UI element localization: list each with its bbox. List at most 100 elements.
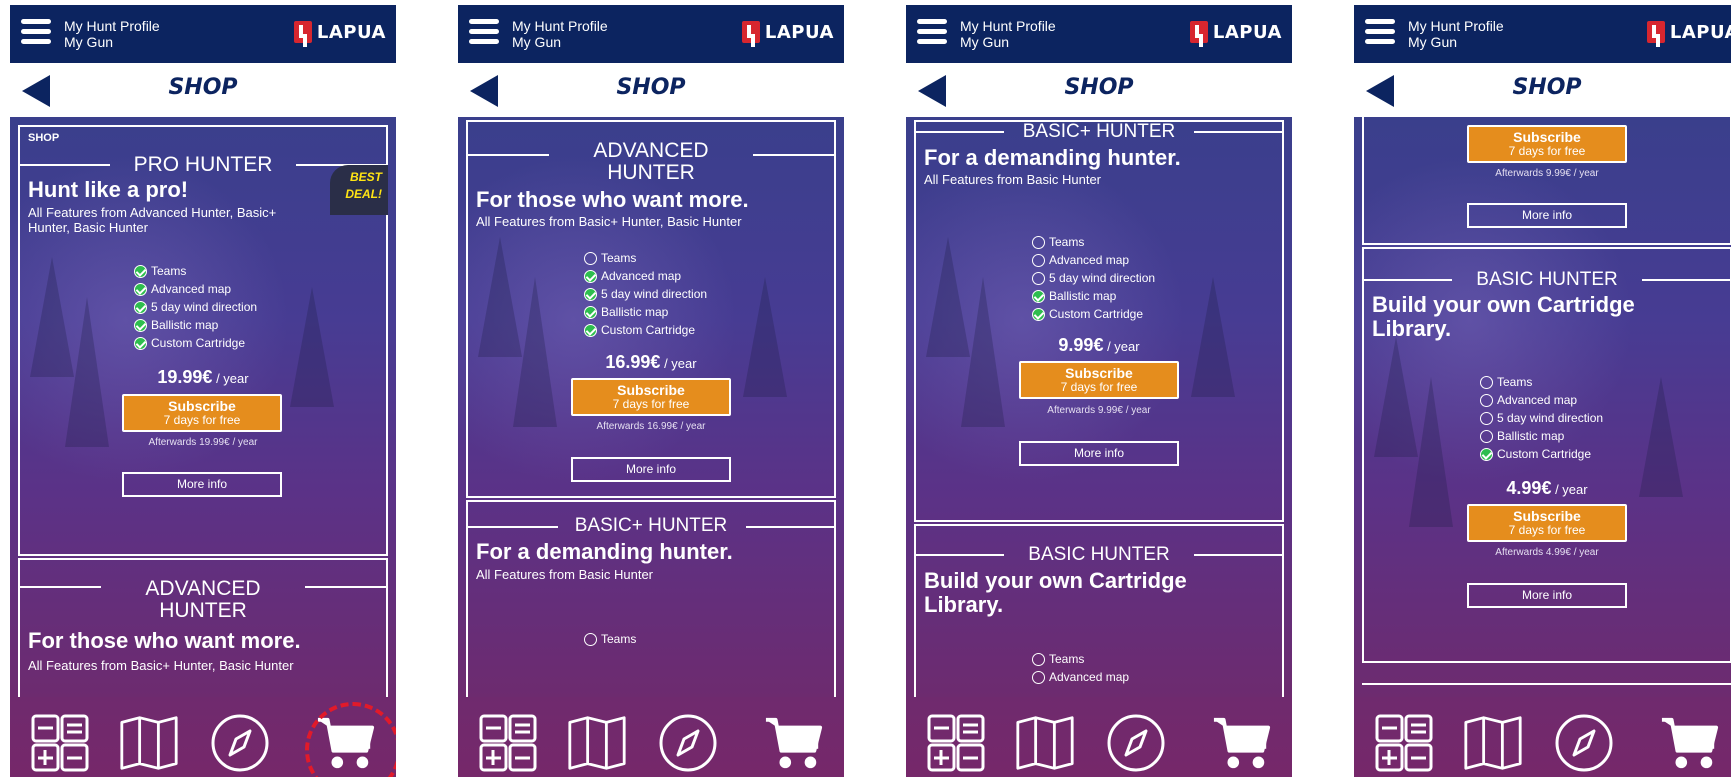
more-info-button[interactable]: More info — [122, 472, 282, 497]
more-info-button[interactable]: More info — [1019, 441, 1179, 466]
check-icon — [134, 282, 147, 296]
feature-item: 5 day wind direction — [1480, 409, 1603, 427]
plan-includes: All Features from Basic Hunter — [924, 172, 1102, 187]
page-title: SHOP — [168, 75, 238, 100]
check-icon — [1032, 289, 1045, 303]
bottom-nav — [10, 697, 396, 777]
afterwards-price: Afterwards 9.99€ / year — [1047, 405, 1151, 416]
plan-tagline: For those who want more. — [476, 187, 749, 212]
lapua-logo-icon — [1189, 21, 1208, 43]
feature-item: Teams — [1032, 233, 1155, 251]
brand-name: LAPUA — [764, 21, 834, 43]
feature-item: 5 day wind direction — [1032, 269, 1155, 287]
more-info-button[interactable]: More info — [1467, 583, 1627, 608]
feature-list: Teams Advanced map 5 day wind direction … — [1032, 233, 1155, 323]
map-icon[interactable] — [1463, 713, 1523, 773]
plan-name: BASIC HUNTER — [1028, 544, 1170, 565]
shop-label: SHOP — [28, 132, 60, 144]
menu-link-my-gun[interactable]: My Gun — [1408, 34, 1504, 50]
check-icon — [584, 269, 597, 283]
plan-tagline: Build your own Cartridge Library. — [1372, 292, 1635, 341]
hamburger-menu-icon[interactable] — [917, 19, 947, 44]
unchecked-circle-icon — [1032, 253, 1045, 267]
brand-name: LAPUA — [316, 21, 386, 43]
plan-name: BASIC HUNTER — [1476, 269, 1618, 290]
subscribe-button[interactable]: Subscribe 7 days for free — [122, 394, 282, 432]
feature-item: Advanced map — [584, 267, 707, 285]
afterwards-price: Afterwards 19.99€ / year — [148, 437, 258, 448]
menu-link-hunt-profile[interactable]: My Hunt Profile — [64, 18, 160, 34]
plan-name: ADVANCED HUNTER — [593, 139, 709, 184]
subscribe-button[interactable]: Subscribe 7 days for free — [1467, 125, 1627, 163]
compass-icon[interactable] — [210, 713, 270, 773]
hamburger-menu-icon[interactable] — [1365, 19, 1395, 44]
check-icon — [584, 323, 597, 337]
menu-link-my-gun[interactable]: My Gun — [960, 34, 1056, 50]
check-icon — [1032, 307, 1045, 321]
menu-link-hunt-profile[interactable]: My Hunt Profile — [512, 18, 608, 34]
map-icon[interactable] — [1015, 713, 1075, 773]
lapua-logo: LAPUA — [1189, 21, 1282, 43]
unchecked-circle-icon — [584, 251, 597, 265]
lapua-logo-icon — [293, 21, 312, 43]
plan-price: 19.99€ / year — [157, 367, 249, 387]
plan-name: BASIC+ HUNTER — [574, 515, 728, 536]
unchecked-circle-icon — [1480, 411, 1493, 425]
feature-item: Teams — [1032, 650, 1129, 668]
map-icon[interactable] — [567, 713, 627, 773]
hamburger-menu-icon[interactable] — [21, 19, 51, 44]
compass-icon[interactable] — [1554, 713, 1614, 773]
title-bar: SHOP — [906, 63, 1292, 116]
menu-link-my-gun[interactable]: My Gun — [512, 34, 608, 50]
page-title: SHOP — [1064, 75, 1134, 100]
title-bar: SHOP — [458, 63, 844, 116]
phone-screen-3: My Hunt Profile My Gun LAPUA SHOP BASIC+… — [906, 5, 1292, 777]
subscribe-button[interactable]: Subscribe 7 days for free — [1467, 504, 1627, 542]
feature-item: Teams — [584, 630, 636, 648]
compass-icon[interactable] — [1106, 713, 1166, 773]
lapua-logo-icon — [1646, 21, 1665, 43]
subscribe-button[interactable]: Subscribe 7 days for free — [571, 378, 731, 416]
check-icon — [134, 318, 147, 332]
brand-name: LAPUA — [1212, 21, 1282, 43]
phone-screen-2: My Hunt Profile My Gun LAPUA SHOP ADVANC… — [458, 5, 844, 777]
check-icon — [584, 287, 597, 301]
page-title: SHOP — [616, 75, 686, 100]
plan-includes: All Features from Advanced Hunter, Basic… — [28, 205, 277, 235]
shop-scroll-area[interactable]: Subscribe 7 days for free Afterwards 9.99… — [1354, 117, 1731, 697]
plan-tagline: For those who want more. — [28, 628, 301, 653]
unchecked-circle-icon — [1480, 375, 1493, 389]
cart-icon[interactable] — [1660, 713, 1720, 773]
subscribe-button[interactable]: Subscribe 7 days for free — [1019, 361, 1179, 399]
menu-link-my-gun[interactable]: My Gun — [64, 34, 160, 50]
plan-name: BASIC+ HUNTER — [1022, 121, 1176, 142]
feature-item: Custom Cartridge — [1032, 305, 1155, 323]
plan-name: ADVANCED HUNTER — [145, 577, 261, 622]
phone-screen-4: My Hunt Profile My Gun LAPUA SHOP Subscr… — [1354, 5, 1731, 777]
more-info-button[interactable]: More info — [1467, 203, 1627, 228]
menu-link-hunt-profile[interactable]: My Hunt Profile — [960, 18, 1056, 34]
cart-icon[interactable] — [764, 713, 824, 773]
shop-scroll-area[interactable]: ADVANCED HUNTER For those who want more. … — [458, 117, 844, 697]
shop-scroll-area[interactable]: BASIC+ HUNTER For a demanding hunter. Al… — [906, 117, 1292, 697]
hamburger-menu-icon[interactable] — [469, 19, 499, 44]
plan-tagline: For a demanding hunter. — [924, 145, 1181, 170]
check-icon — [134, 336, 147, 350]
menu-link-hunt-profile[interactable]: My Hunt Profile — [1408, 18, 1504, 34]
title-bar: SHOP — [10, 63, 396, 116]
calculator-icon[interactable] — [478, 713, 538, 773]
map-icon[interactable] — [119, 713, 179, 773]
top-bar: My Hunt Profile My Gun LAPUA — [458, 5, 844, 63]
calculator-icon[interactable] — [1374, 713, 1434, 773]
calculator-icon[interactable] — [926, 713, 986, 773]
feature-item: Custom Cartridge — [1480, 445, 1603, 463]
shop-scroll-area[interactable]: SHOP PRO HUNTER BEST DEAL! Hunt like a pr… — [10, 117, 396, 697]
calculator-icon[interactable] — [30, 713, 90, 773]
menu-links: My Hunt Profile My Gun — [512, 18, 608, 50]
cart-icon[interactable] — [1212, 713, 1272, 773]
top-bar: My Hunt Profile My Gun LAPUA — [906, 5, 1292, 63]
more-info-button[interactable]: More info — [571, 457, 731, 482]
compass-icon[interactable] — [658, 713, 718, 773]
feature-item: Custom Cartridge — [134, 334, 257, 352]
menu-links: My Hunt Profile My Gun — [1408, 18, 1504, 50]
